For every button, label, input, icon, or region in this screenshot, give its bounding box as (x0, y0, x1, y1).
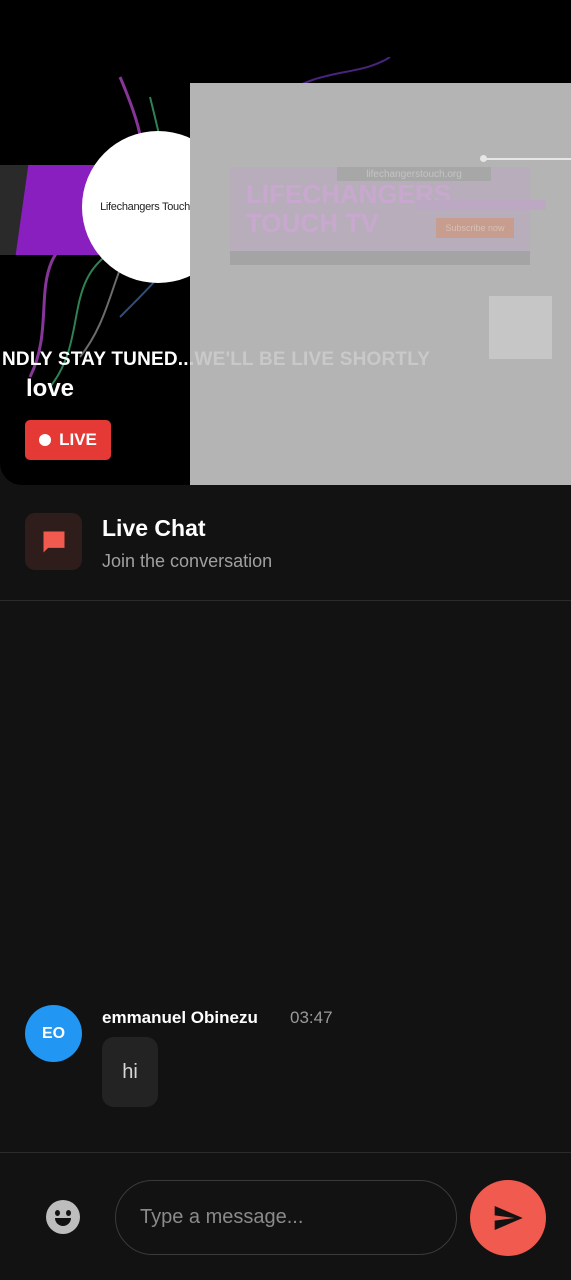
stream-title: love (26, 375, 75, 402)
emoji-eye-right (66, 1210, 71, 1216)
ticker-left: NDLY STAY TUNED... (2, 349, 195, 370)
live-badge: LIVE (25, 420, 111, 460)
status-bar (0, 0, 571, 57)
chat-bubble-icon (25, 513, 82, 570)
emoji-eye-left (55, 1210, 60, 1216)
chat-subtitle: Join the conversation (102, 551, 273, 571)
live-dot-icon (39, 434, 52, 446)
message-input[interactable] (115, 1180, 457, 1255)
emoji-icon[interactable] (46, 1200, 80, 1234)
overlay-title: LIFECHANGERS TOUCH TV (246, 179, 452, 238)
send-icon (494, 1206, 523, 1230)
overlay-thumbnail (489, 296, 552, 359)
overlay-subscribe-button: Subscribe now (436, 218, 514, 238)
progress-line (482, 158, 571, 160)
message-time: 03:47 (290, 1008, 333, 1027)
overlay-subtext (416, 200, 546, 210)
message-bubble[interactable]: hi (102, 1037, 158, 1107)
send-button[interactable] (470, 1180, 546, 1256)
progress-dot (480, 155, 487, 162)
ticker-right: .WE'LL BE LIVE SHORTLY (189, 349, 431, 370)
chat-title: Live Chat (102, 515, 206, 541)
chat-header: Live Chat Join the conversation (0, 485, 571, 601)
logo-text: Lifechangers Touch (100, 201, 190, 213)
avatar[interactable]: EO (25, 1005, 82, 1062)
emoji-mouth (55, 1218, 71, 1226)
chat-message: EO emmanuel Obinezu 03:47 hi (0, 1000, 571, 1120)
overlay-tagline (230, 251, 530, 265)
message-input-bar (0, 1152, 571, 1280)
loading-overlay (190, 83, 571, 485)
video-player[interactable]: Lifechangers Touch lifechangerstouch.org… (0, 57, 571, 485)
live-label: LIVE (59, 430, 97, 449)
message-author: emmanuel Obinezu (102, 1008, 258, 1027)
